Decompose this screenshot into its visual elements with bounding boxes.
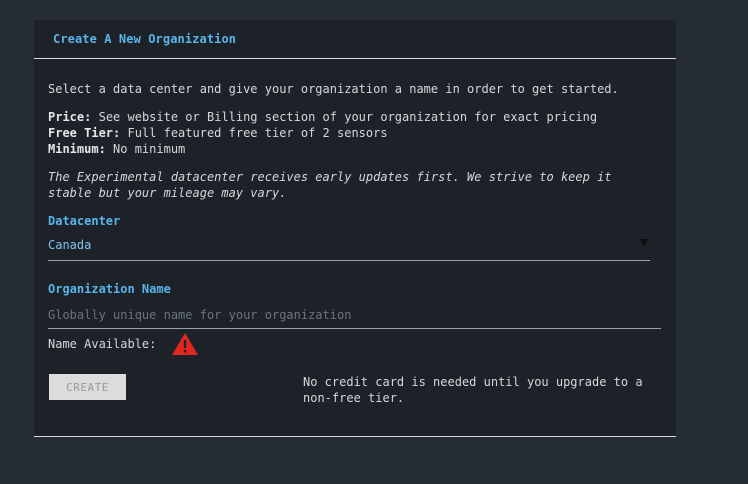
organization-name-input[interactable]	[48, 302, 661, 329]
price-line: Price: See website or Billing section of…	[48, 109, 597, 125]
datacenter-label: Datacenter	[48, 214, 121, 228]
intro-text: Select a data center and give your organ…	[48, 82, 619, 96]
experimental-note-line2: stable but your mileage may vary.	[48, 186, 287, 200]
credit-card-note: No credit card is needed until you upgra…	[303, 375, 643, 405]
datacenter-select[interactable]: Canada	[48, 232, 650, 261]
minimum-text: No minimum	[113, 142, 186, 156]
free-tier-label: Free Tier:	[48, 126, 121, 140]
free-tier-line: Free Tier: Full featured free tier of 2 …	[48, 125, 388, 141]
card-title: Create A New Organization	[53, 32, 237, 46]
minimum-line: Minimum: No minimum	[48, 141, 185, 157]
free-tier-text: Full featured free tier of 2 sensors	[127, 126, 388, 140]
name-available-label: Name Available:	[48, 337, 157, 351]
experimental-note-line1: The Experimental datacenter receives ear…	[48, 170, 612, 184]
create-organization-card: Create A New Organization Select a data …	[34, 20, 676, 437]
price-text: See website or Billing section of your o…	[98, 110, 598, 124]
minimum-label: Minimum:	[48, 142, 106, 156]
organization-name-label: Organization Name	[48, 282, 171, 296]
price-label: Price:	[48, 110, 92, 124]
create-button[interactable]: CREATE	[49, 374, 126, 400]
warning-icon	[171, 332, 199, 356]
datacenter-selected-value: Canada	[48, 238, 92, 252]
card-header: Create A New Organization	[34, 20, 676, 59]
chevron-down-icon	[640, 239, 648, 246]
